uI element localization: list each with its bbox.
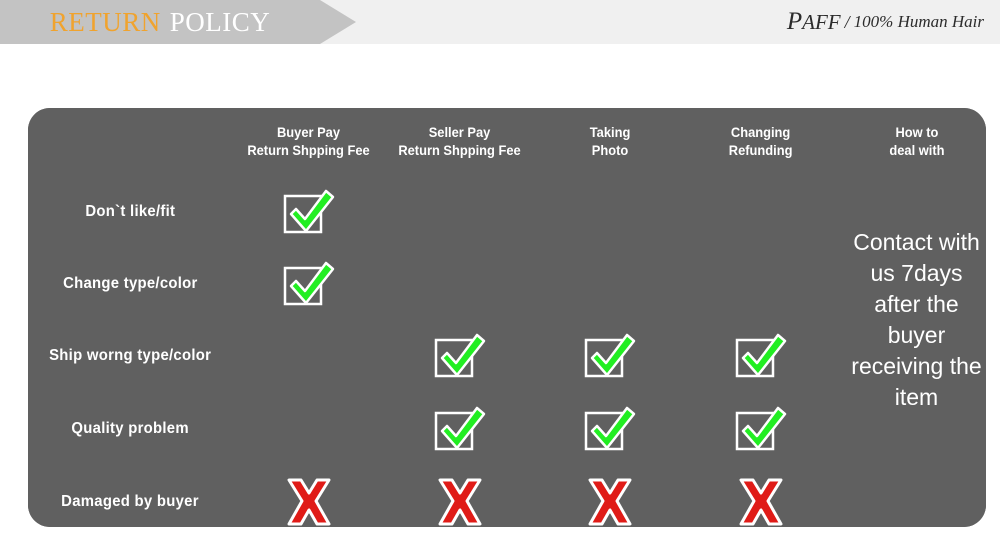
checkbox-check-icon <box>282 259 336 309</box>
checkbox-check-icon <box>433 404 487 454</box>
column-header-line1: Taking <box>589 124 631 140</box>
cell-quality-changing-refunding <box>686 393 835 465</box>
brand-logo: PAFF / 100% Human Hair <box>787 0 984 44</box>
column-header-seller-pay: Seller Pay Return Shpping Fee <box>385 108 534 175</box>
cell-changetype-taking-photo <box>536 249 684 319</box>
brand-name-rest: AFF <box>802 10 841 34</box>
column-header-line1: Seller Pay <box>428 124 491 140</box>
cell-dontlike-seller-pay <box>385 177 534 247</box>
column-header-line2: Return Shpping Fee <box>247 141 370 158</box>
row-header-label: Change type/color <box>62 275 198 292</box>
column-header-changing-refunding: Changing Refunding <box>686 108 835 175</box>
header-banner-strip: RETURN POLICY PAFF / 100% Human Hair <box>0 0 1000 44</box>
cell-dontlike-changing-refunding <box>686 177 835 247</box>
column-header-taking-photo: Taking Photo <box>536 108 684 175</box>
cell-quality-taking-photo <box>536 393 684 465</box>
cell-quality-buyer-pay <box>234 393 383 465</box>
cell-changetype-buyer-pay <box>234 249 383 319</box>
how-to-deal-with-note: Contact with us 7days after the buyer re… <box>837 177 986 527</box>
cell-shipworng-buyer-pay <box>234 321 383 391</box>
table-corner-cell <box>28 108 232 175</box>
column-header-line2: Refunding <box>728 141 793 158</box>
column-header-line2: Photo <box>591 141 629 158</box>
checkbox-check-icon <box>583 331 637 381</box>
row-header-label: Ship worng type/color <box>48 347 212 364</box>
row-header-label: Don`t like/fit <box>85 203 175 220</box>
cell-changetype-seller-pay <box>385 249 534 319</box>
column-header-line1: Buyer Pay <box>276 124 340 140</box>
row-header-label: Damaged by buyer <box>61 493 199 510</box>
column-header-line2: Return Shpping Fee <box>398 141 521 158</box>
cell-quality-seller-pay <box>385 393 534 465</box>
column-header-line1: How to <box>895 124 938 140</box>
cross-x-icon <box>433 477 487 527</box>
column-header-how-to-deal-with: How to deal with <box>837 108 986 175</box>
row-header-label: Quality problem <box>71 420 189 437</box>
brand-name: PAFF <box>787 8 841 36</box>
brand-tagline: 100% Human Hair <box>853 12 984 31</box>
cross-x-icon <box>282 477 336 527</box>
cross-x-icon <box>734 477 788 527</box>
cell-shipworng-seller-pay <box>385 321 534 391</box>
return-policy-table: Buyer Pay Return Shpping Fee Seller Pay … <box>28 108 986 527</box>
table-row: Quality problem <box>28 393 232 465</box>
cell-damaged-seller-pay <box>385 467 534 527</box>
column-header-buyer-pay: Buyer Pay Return Shpping Fee <box>234 108 383 175</box>
page-title-return: RETURN <box>49 6 161 37</box>
checkbox-check-icon <box>734 404 788 454</box>
checkbox-check-icon <box>282 187 336 237</box>
cell-damaged-changing-refunding <box>686 467 835 527</box>
cell-shipworng-taking-photo <box>536 321 684 391</box>
checkbox-check-icon <box>583 404 637 454</box>
column-header-line2: deal with <box>888 141 945 158</box>
cell-dontlike-buyer-pay <box>234 177 383 247</box>
cell-dontlike-taking-photo <box>536 177 684 247</box>
table-row: Ship worng type/color <box>28 321 232 391</box>
table-row: Change type/color <box>28 249 232 319</box>
checkbox-check-icon <box>734 331 788 381</box>
cross-x-icon <box>583 477 637 527</box>
cell-damaged-taking-photo <box>536 467 684 527</box>
page-title: RETURN POLICY <box>0 0 320 44</box>
cell-shipworng-changing-refunding <box>686 321 835 391</box>
brand-initial: P <box>786 8 803 35</box>
column-header-line1: Changing <box>730 124 791 140</box>
cell-changetype-changing-refunding <box>686 249 835 319</box>
table-row: Damaged by buyer <box>28 467 232 527</box>
cell-damaged-buyer-pay <box>234 467 383 527</box>
table-row: Don`t like/fit <box>28 177 232 247</box>
checkbox-check-icon <box>433 331 487 381</box>
brand-separator: / <box>844 11 850 32</box>
page-title-policy: POLICY <box>169 6 271 37</box>
